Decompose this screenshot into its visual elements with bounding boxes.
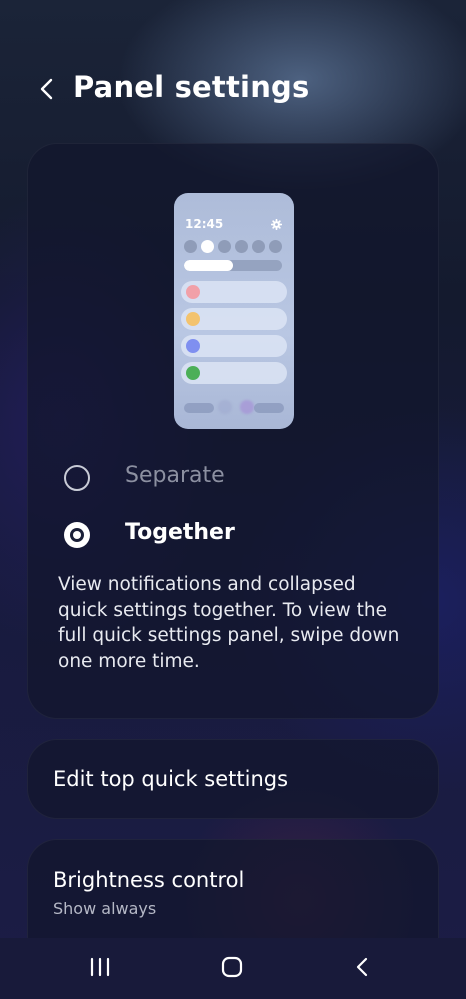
app-header: Panel settings [0,58,466,122]
edit-top-quick-settings-item[interactable]: Edit top quick settings [27,739,439,819]
option-together-label: Together [125,520,235,545]
preview-blurred-element [218,400,232,414]
panel-preview-image: 12:45 [174,193,294,429]
preview-notification [181,335,287,357]
preview-notification [181,281,287,303]
option-together[interactable]: Together [62,516,402,556]
page-title: Panel settings [73,70,310,104]
preview-notification-dot [186,285,200,299]
brightness-control-value: Show always [53,899,157,918]
preview-notification [181,308,287,330]
brightness-control-label: Brightness control [53,868,245,892]
preview-qs-tile [218,240,231,253]
brightness-control-item[interactable]: Brightness control Show always [27,839,439,949]
panel-layout-card: 12:45 Separate Together View notificatio… [27,143,439,719]
preview-time: 12:45 [185,217,224,231]
preview-blurred-element [240,400,254,414]
preview-qs-tile [184,240,197,253]
home-button[interactable] [212,952,252,982]
radio-together[interactable] [64,522,90,548]
preview-blurred-element [184,403,214,413]
option-separate[interactable]: Separate [62,459,402,499]
recents-button[interactable] [80,952,120,982]
option-separate-label: Separate [125,463,225,488]
preview-notification-dot [186,366,200,380]
navigation-bar [0,938,466,999]
edit-top-quick-settings-label: Edit top quick settings [53,767,289,791]
gear-icon [271,219,282,230]
preview-notification [181,362,287,384]
home-icon [221,956,243,978]
preview-notification-dot [186,312,200,326]
radio-separate[interactable] [64,465,90,491]
preview-notification-dot [186,339,200,353]
back-icon [356,957,368,977]
preview-brightness-fill [184,260,233,271]
preview-blurred-element [254,403,284,413]
preview-qs-tile [201,240,214,253]
preview-qs-tile [269,240,282,253]
preview-brightness-bar [184,260,282,271]
preview-quick-settings-row [184,240,282,253]
preview-qs-tile [235,240,248,253]
option-description: View notifications and collapsed quick s… [58,574,400,672]
back-button[interactable] [30,72,64,106]
back-nav-button[interactable] [342,952,382,982]
preview-qs-tile [252,240,265,253]
recents-icon [90,957,110,977]
chevron-left-icon [40,78,53,100]
